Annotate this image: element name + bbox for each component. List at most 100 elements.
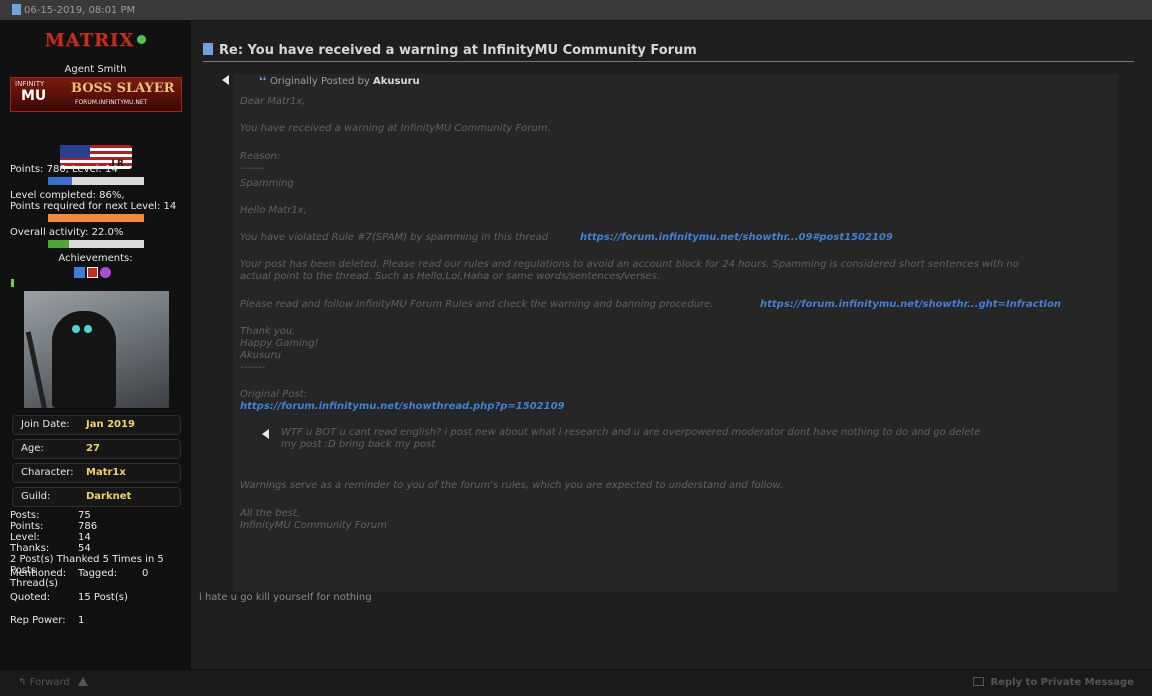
character-value: Matr1x bbox=[86, 467, 126, 478]
topbar: 06-15-2019, 08:01 PM bbox=[0, 0, 1152, 21]
post-content: Re: You have received a warning at Infin… bbox=[191, 21, 1152, 669]
quote-arrow-icon[interactable] bbox=[222, 75, 229, 85]
banner-line2: BOSS SLAYER bbox=[71, 81, 175, 96]
posts-label: Posts: bbox=[10, 510, 40, 521]
age-row: Age: 27 bbox=[12, 439, 181, 459]
level-progress-fill bbox=[48, 177, 72, 185]
forward-button[interactable]: ↰ Forward bbox=[18, 677, 88, 688]
online-status-icon bbox=[137, 35, 147, 44]
user-banner: INFINITY MU BOSS SLAYER FORUM.INFINITYMU… bbox=[10, 77, 182, 112]
quote-line: Happy Gaming! bbox=[240, 338, 319, 349]
reputation-icon bbox=[11, 279, 14, 287]
level-completed: Level completed: 86%, bbox=[10, 190, 125, 201]
banner-line3: FORUM.INFINITYMU.NET bbox=[75, 99, 148, 106]
username[interactable]: MATRIX bbox=[45, 30, 135, 51]
quote-prefix: Originally Posted by bbox=[269, 76, 370, 87]
banner-mu: MU bbox=[21, 88, 47, 104]
quote-header: ❛❛ Originally Posted by Akusuru bbox=[259, 76, 420, 87]
document-icon bbox=[203, 43, 213, 55]
date-text: 06-15-2019, 08:01 PM bbox=[24, 5, 136, 16]
thread-label: Thread(s) bbox=[10, 578, 58, 589]
nested-quote-arrow-icon[interactable] bbox=[262, 429, 269, 439]
reply-message: i hate u go kill yourself for nothing bbox=[199, 592, 372, 603]
banner-line1: INFINITY bbox=[15, 80, 45, 88]
achievement-flag-icon[interactable] bbox=[74, 266, 85, 278]
join-date-value: Jan 2019 bbox=[86, 419, 135, 430]
guild-label: Guild: bbox=[21, 491, 51, 502]
quote-line: Original Post: bbox=[240, 389, 307, 400]
points-progress-bar bbox=[48, 214, 144, 222]
user-sidebar: MATRIX Agent Smith INFINITY MU BOSS SLAY… bbox=[0, 21, 191, 669]
quote-line: You have received a warning at InfinityM… bbox=[240, 123, 551, 134]
username-logo[interactable]: MATRIX bbox=[0, 30, 191, 51]
posts-value: 75 bbox=[78, 510, 91, 521]
quoted-label: Quoted: bbox=[10, 592, 51, 603]
activity-progress-bar bbox=[48, 240, 144, 248]
age-label: Age: bbox=[21, 443, 44, 454]
forward-label: Forward bbox=[29, 677, 70, 688]
infraction-link[interactable]: https://forum.infinitymu.net/showthr...g… bbox=[760, 299, 1061, 310]
activity-progress-fill bbox=[48, 240, 70, 248]
title-divider bbox=[203, 61, 1134, 62]
quote-line: Hello Matr1x, bbox=[240, 205, 307, 216]
avatar-pipe bbox=[25, 331, 48, 408]
thanks-label: Thanks: bbox=[10, 543, 50, 554]
tagged-label: Tagged: bbox=[78, 568, 118, 579]
avatar-figure bbox=[52, 311, 116, 408]
join-date-label: Join Date: bbox=[21, 419, 70, 430]
points-required: Points required for next Level: 14 bbox=[10, 201, 177, 212]
character-row: Character: Matr1x bbox=[12, 463, 181, 483]
achievement-badge-icon[interactable] bbox=[87, 266, 98, 278]
avatar-goggles bbox=[72, 325, 80, 333]
quote-line: You have violated Rule #7(SPAM) by spamm… bbox=[240, 232, 549, 243]
post-title: Re: You have received a warning at Infin… bbox=[203, 43, 697, 58]
points-level: Points: 786, Level: 14 bbox=[10, 164, 118, 175]
report-warning-icon[interactable] bbox=[77, 677, 88, 686]
quote-line: Thank you, bbox=[240, 326, 296, 337]
original-post-link[interactable]: https://forum.infinitymu.net/showthread.… bbox=[240, 401, 565, 412]
quote-line: ------- bbox=[240, 163, 266, 174]
age-value: 27 bbox=[86, 443, 100, 454]
quote-line: All the best, bbox=[240, 508, 300, 519]
rep-power-value: 1 bbox=[78, 615, 85, 626]
thread-link[interactable]: https://forum.infinitymu.net/showthr...0… bbox=[580, 232, 893, 243]
achievements bbox=[74, 265, 113, 278]
rep-power-label: Rep Power: bbox=[10, 615, 66, 626]
join-date-row: Join Date: Jan 2019 bbox=[12, 415, 181, 435]
guild-row: Guild: Darknet bbox=[12, 487, 181, 507]
reply-pm-label: Reply to Private Message bbox=[990, 677, 1134, 688]
points-label: Points: bbox=[10, 521, 44, 532]
post-date: 06-15-2019, 08:01 PM bbox=[12, 4, 135, 16]
quote-line: ------- bbox=[240, 362, 266, 373]
quote-line: Reason: bbox=[240, 151, 281, 162]
quote-line: Warnings serve as a reminder to you of t… bbox=[240, 480, 784, 491]
overall-activity: Overall activity: 22.0% bbox=[10, 227, 124, 238]
reply-pm-icon bbox=[973, 677, 985, 686]
quote-block: ❛❛ Originally Posted by Akusuru Dear Matr… bbox=[233, 74, 1118, 592]
reply-pm-button[interactable]: Reply to Private Message bbox=[973, 677, 1134, 688]
user-title: Agent Smith bbox=[64, 64, 127, 75]
points-progress-fill bbox=[48, 214, 144, 222]
nested-quote-line: WTF u BOT u cant read english? i post ne… bbox=[281, 427, 981, 438]
quote-line: Dear Matr1x, bbox=[240, 96, 306, 107]
document-icon bbox=[12, 4, 21, 15]
level-value: 14 bbox=[78, 532, 91, 543]
character-label: Character: bbox=[21, 467, 74, 478]
footer-bar: ↰ Forward Reply to Private Message bbox=[0, 669, 1152, 696]
avatar[interactable] bbox=[24, 291, 169, 408]
tagged-value: 0 bbox=[142, 568, 149, 579]
thanks-value: 54 bbox=[78, 543, 91, 554]
quote-line: Your post has been deleted. Please read … bbox=[240, 259, 1019, 270]
quote-author[interactable]: Akusuru bbox=[373, 76, 420, 87]
quote-line: InfinityMU Community Forum bbox=[240, 520, 387, 531]
achievement-orb-icon[interactable] bbox=[100, 266, 111, 278]
level-progress-bar bbox=[48, 177, 144, 185]
points-value: 786 bbox=[78, 521, 98, 532]
quote-line: Please read and follow InfinityMU Forum … bbox=[240, 299, 714, 310]
level-label: Level: bbox=[10, 532, 40, 543]
guild-value: Darknet bbox=[86, 491, 132, 502]
quote-line: actual point to the thread. Such as Hell… bbox=[240, 271, 660, 282]
flag-canton bbox=[60, 145, 90, 158]
quoted-value: 15 Post(s) bbox=[78, 592, 128, 603]
forward-icon: ↰ bbox=[18, 677, 30, 688]
